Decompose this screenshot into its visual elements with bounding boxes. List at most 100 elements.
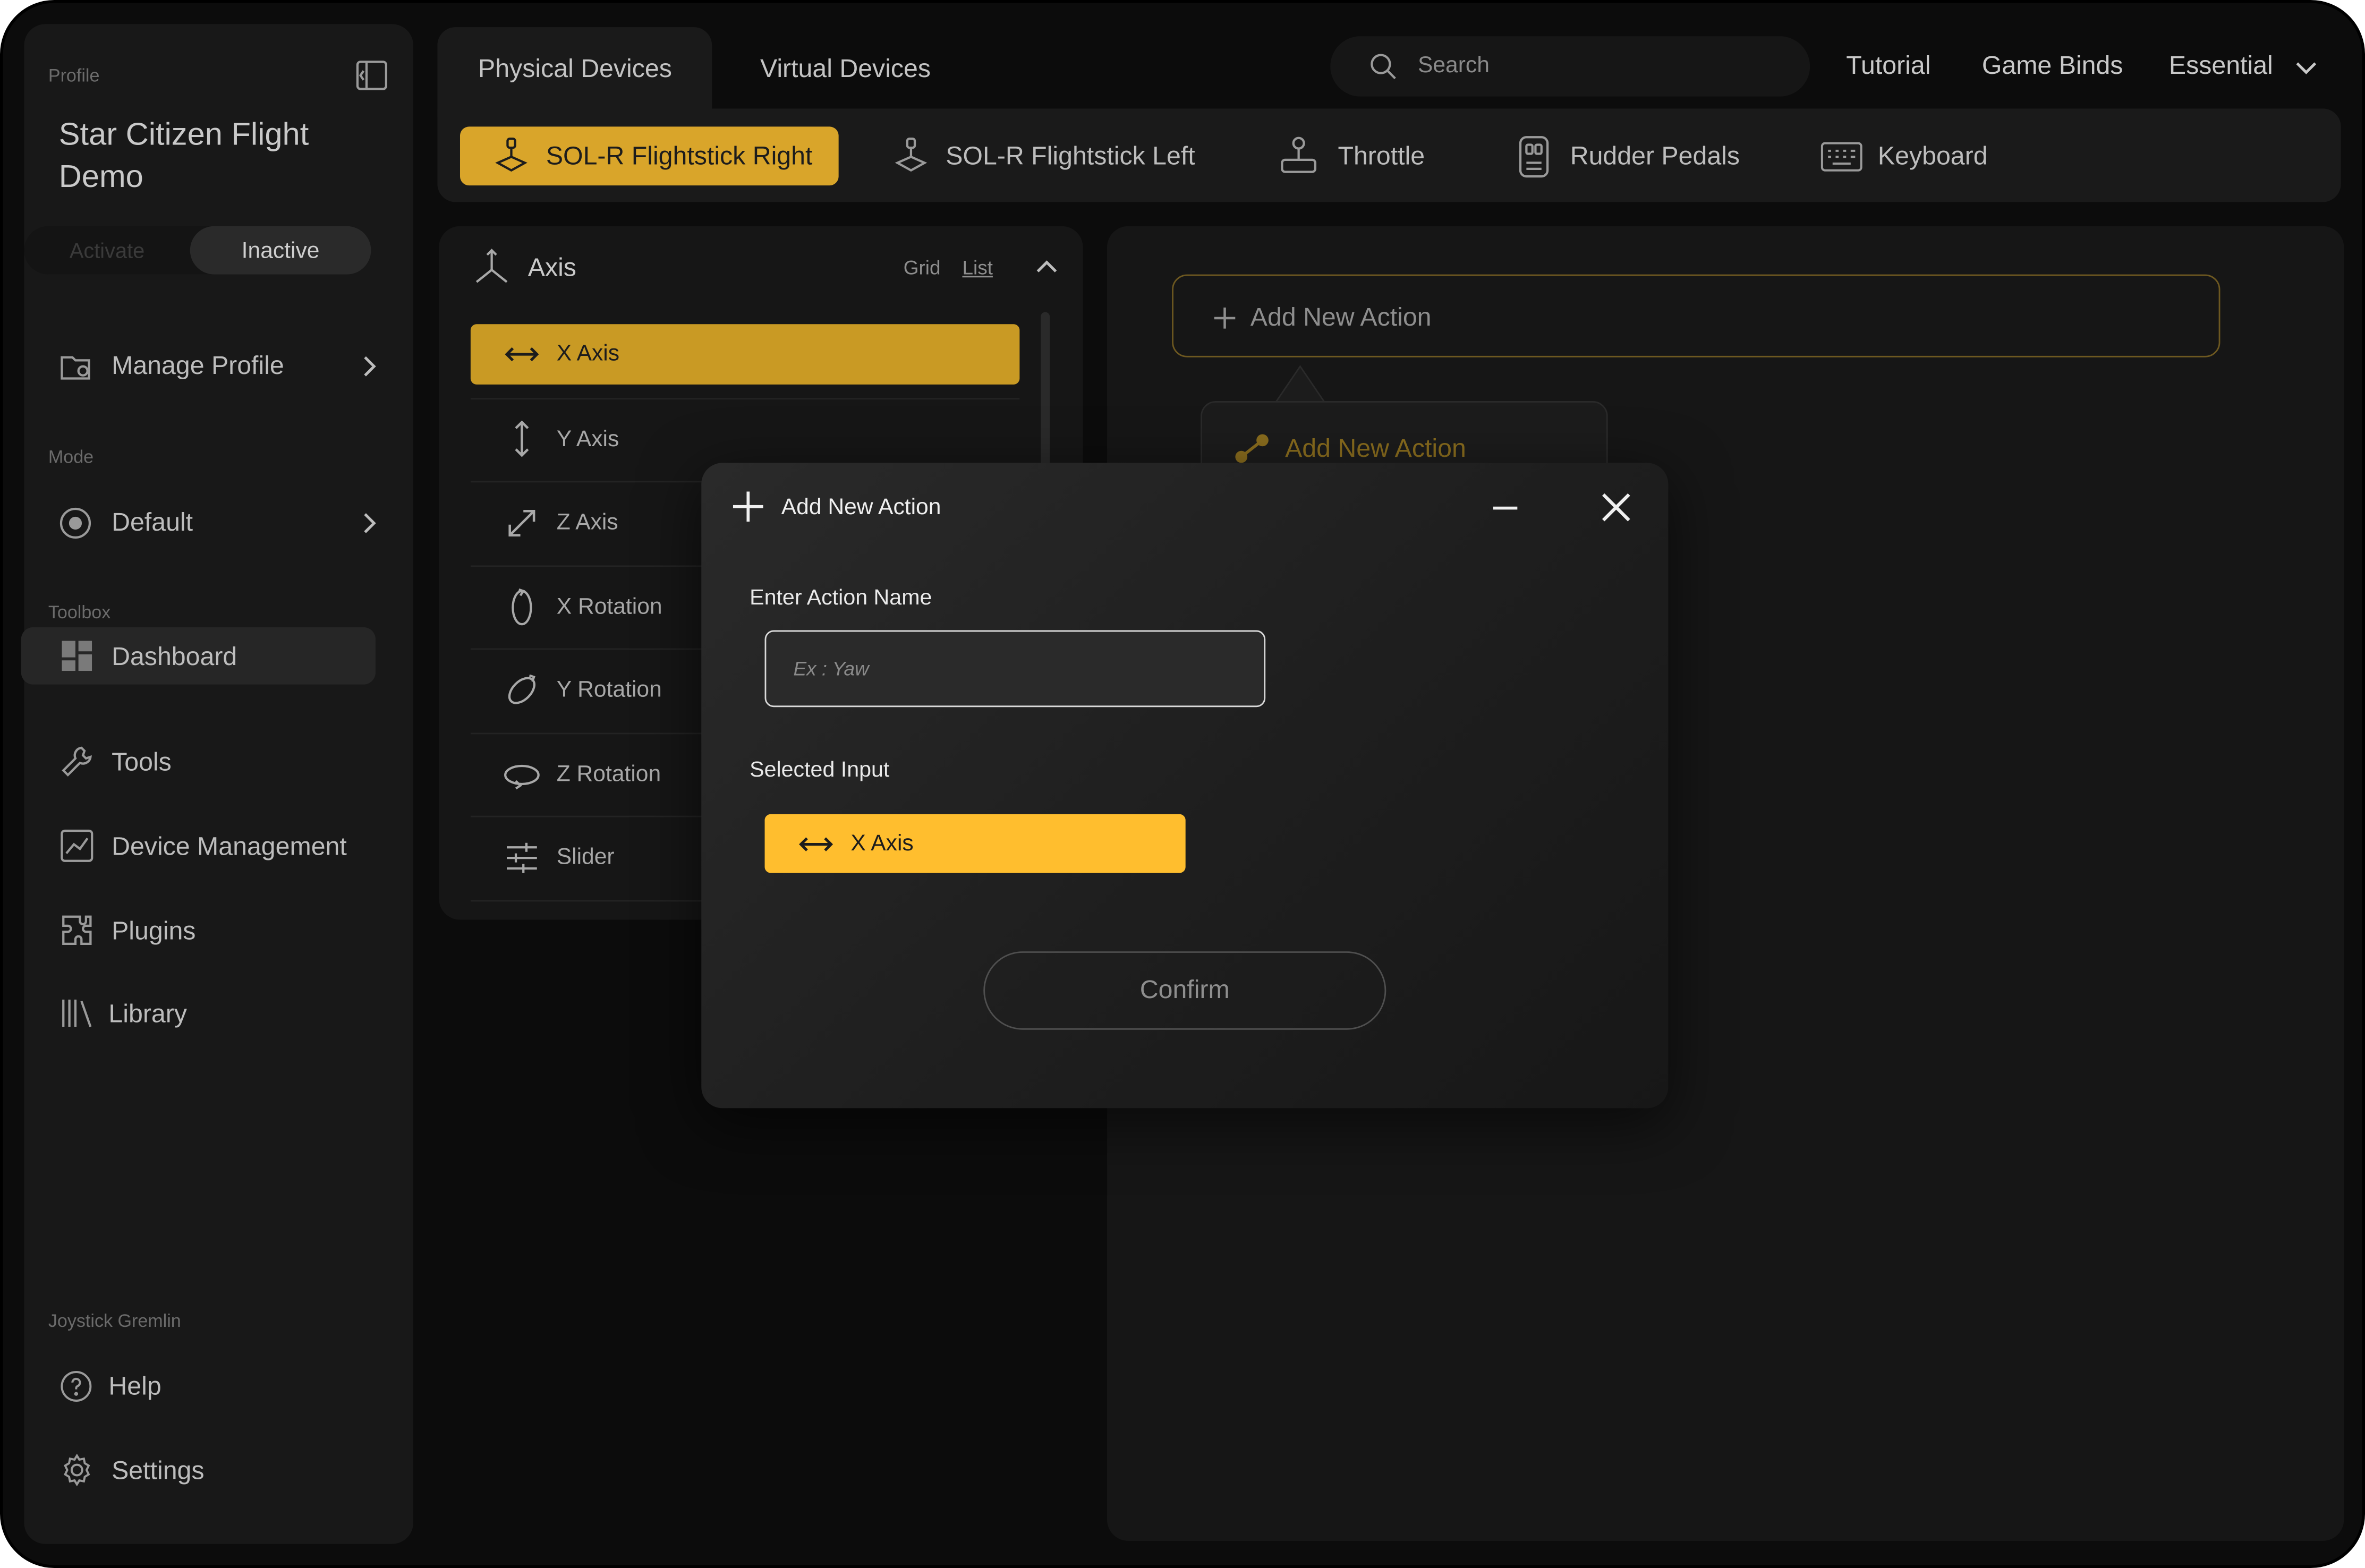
manage-profile-button[interactable]: Manage Profile [42, 338, 389, 395]
activate-option[interactable]: Activate [24, 226, 190, 275]
joystick-icon [893, 137, 929, 173]
arrows-horizontal-icon [504, 341, 540, 368]
minimize-icon[interactable] [1490, 493, 1520, 523]
device-label: Rudder Pedals [1570, 141, 1740, 171]
settings-label: Settings [112, 1456, 205, 1485]
joystick-icon [493, 137, 529, 173]
device-label: Keyboard [1877, 141, 1988, 171]
chart-icon [61, 829, 93, 862]
search-placeholder: Search [1417, 53, 1490, 79]
device-label: Throttle [1338, 141, 1425, 171]
device-sol-r-flightstick-right[interactable]: SOL-R Flightstick Right [460, 126, 839, 186]
action-node-icon [1234, 433, 1270, 466]
library-icon [61, 996, 93, 1029]
app-name-label: Joystick Gremlin [48, 1310, 181, 1332]
gear-icon [61, 1453, 93, 1487]
axis-item-label: Y Axis [556, 427, 619, 453]
axis-item-label: Z Axis [556, 509, 618, 535]
throttle-icon [1279, 135, 1318, 175]
plus-icon [733, 491, 763, 522]
mode-value: Default [112, 508, 193, 537]
mode-selector[interactable]: Default [42, 495, 389, 552]
settings-button[interactable]: Settings [42, 1442, 389, 1499]
pedals-icon [1517, 135, 1550, 178]
manage-profile-label: Manage Profile [112, 351, 284, 380]
sidebar-item-dashboard[interactable]: Dashboard [21, 627, 376, 685]
axis-item-label: Y Rotation [556, 677, 662, 703]
pointer-triangle [1274, 365, 1326, 404]
keyboard-icon [1820, 142, 1863, 172]
rotation-y-icon [504, 672, 540, 709]
axis-icon [472, 248, 512, 287]
game-binds-link[interactable]: Game Binds [1982, 52, 2123, 82]
view-list-toggle[interactable]: List [962, 257, 992, 279]
sidebar-item-label: Tools [112, 747, 172, 777]
arrows-vertical-icon [508, 419, 535, 458]
axis-item-label: Z Rotation [556, 761, 661, 787]
chevron-up-icon[interactable] [1036, 259, 1058, 274]
selected-input-chip: X Axis [764, 814, 1186, 873]
selected-input-value: X Axis [850, 831, 914, 857]
essential-dropdown[interactable]: Essential [2169, 48, 2335, 88]
puzzle-icon [61, 914, 93, 947]
tab-physical-devices-label[interactable]: Physical Devices [478, 54, 672, 84]
target-icon [59, 507, 92, 540]
chevron-right-icon [362, 513, 377, 534]
plus-icon [1214, 308, 1236, 329]
help-button[interactable]: Help [42, 1357, 389, 1414]
profile-section-label: Profile [48, 65, 100, 86]
ghost-action-label: Add New Action [1285, 434, 1466, 463]
dashboard-icon [62, 641, 92, 671]
tab-virtual-devices[interactable]: Virtual Devices [760, 54, 931, 84]
sidebar-item-device-management[interactable]: Device Management [42, 817, 389, 874]
confirm-button[interactable]: Confirm [983, 951, 1386, 1030]
wrench-icon [61, 745, 93, 778]
tutorial-link[interactable]: Tutorial [1846, 52, 1930, 82]
activation-toggle: Activate Inactive [24, 226, 371, 275]
sidebar-item-label: Library [108, 999, 187, 1028]
chevron-down-icon [2295, 61, 2317, 75]
device-label: SOL-R Flightstick Right [546, 141, 813, 171]
help-label: Help [108, 1372, 161, 1401]
selected-input-label: Selected Input [750, 758, 890, 783]
sidebar-item-library[interactable]: Library [42, 985, 389, 1042]
rotation-z-icon [502, 763, 541, 790]
sidebar-item-label: Plugins [112, 916, 196, 945]
device-label: SOL-R Flightstick Left [946, 141, 1195, 171]
add-new-action-button[interactable]: Add New Action [1172, 274, 2221, 357]
sidebar-item-plugins[interactable]: Plugins [42, 901, 389, 959]
device-keyboard[interactable]: Keyboard [1820, 126, 2017, 185]
axis-item-label: Slider [556, 844, 615, 870]
device-rudder-pedals[interactable]: Rudder Pedals [1517, 126, 1758, 185]
axis-item-y-axis[interactable]: Y Axis [471, 410, 1020, 471]
rotation-x-icon [508, 588, 535, 627]
arrows-horizontal-icon [798, 831, 834, 858]
device-sol-r-flightstick-left[interactable]: SOL-R Flightstick Left [890, 126, 1206, 185]
sidebar-item-label: Dashboard [112, 642, 237, 671]
mode-section-label: Mode [48, 446, 94, 467]
arrows-diagonal-icon [507, 508, 537, 539]
sidebar-item-tools[interactable]: Tools [42, 733, 389, 790]
axis-item-x-axis[interactable]: X Axis [470, 324, 1020, 385]
axis-item-label: X Axis [556, 340, 620, 367]
action-name-label: Enter Action Name [750, 586, 932, 611]
close-icon[interactable] [1600, 491, 1632, 523]
add-new-action-label: Add New Action [1250, 303, 1432, 332]
sidebar-toggle-icon[interactable] [356, 61, 388, 91]
chevron-right-icon [362, 356, 377, 377]
divider [470, 398, 1020, 400]
view-grid-toggle[interactable]: Grid [904, 257, 941, 279]
modal-title: Add New Action [781, 495, 941, 521]
inactive-option[interactable]: Inactive [190, 226, 371, 275]
app-window: Profile Star Citizen Flight Demo Activat… [0, 0, 2365, 1568]
essential-label: Essential [2168, 51, 2273, 80]
axis-item-label: X Rotation [556, 594, 662, 620]
help-icon [61, 1370, 92, 1402]
axis-panel-title: Axis [528, 253, 576, 282]
folder-icon [61, 351, 93, 381]
action-name-input[interactable] [764, 630, 1266, 708]
search-input[interactable]: Search [1330, 36, 1810, 97]
device-throttle[interactable]: Throttle [1279, 126, 1445, 185]
slider-icon [505, 841, 538, 874]
profile-name: Star Citizen Flight Demo [58, 117, 309, 195]
